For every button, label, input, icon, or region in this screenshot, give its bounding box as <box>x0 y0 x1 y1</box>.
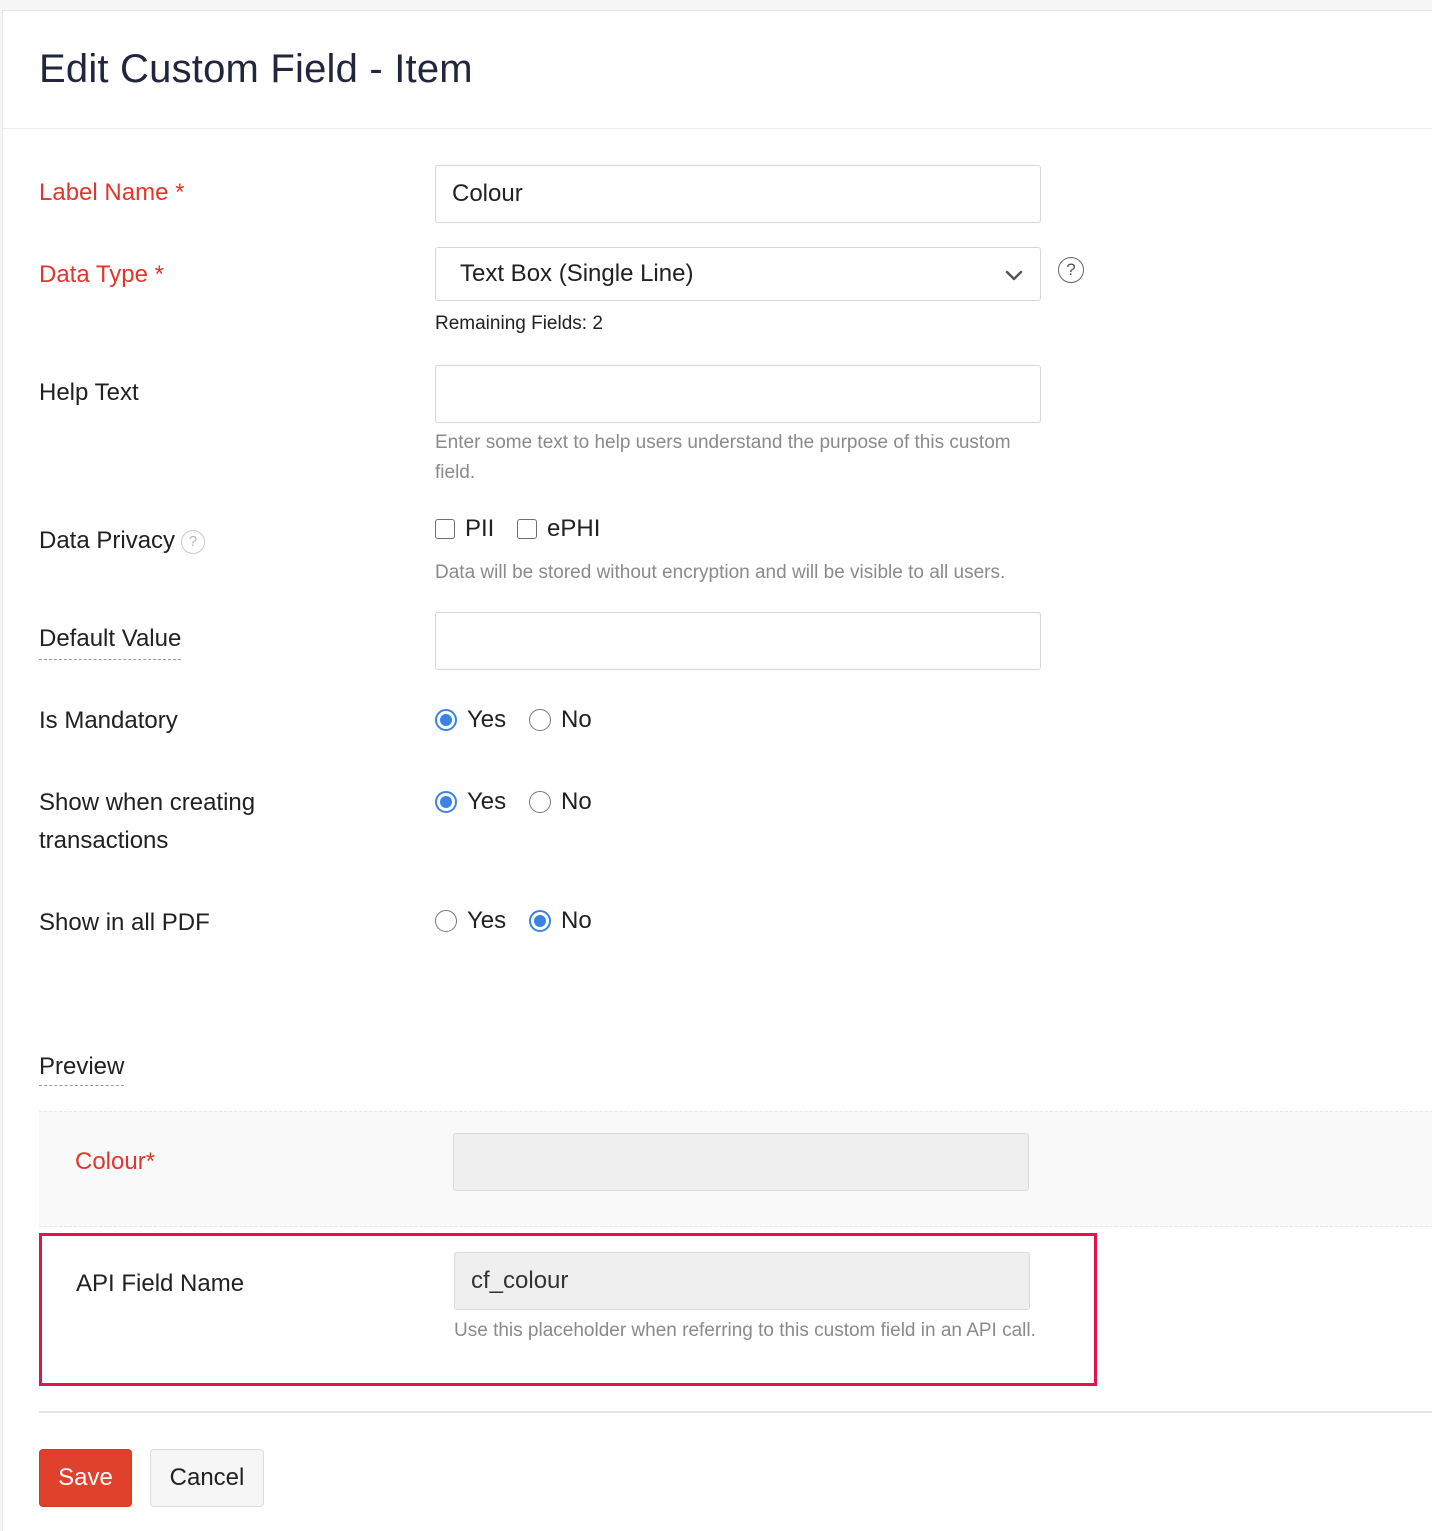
api-field-name-input: cf_colour <box>454 1252 1030 1310</box>
header: Edit Custom Field - Item <box>3 11 1432 129</box>
api-field-highlight: API Field Name cf_colour Use this placeh… <box>39 1233 1097 1386</box>
preview-section: Colour* <box>39 1111 1432 1227</box>
show-pdf-no-radio[interactable] <box>529 910 551 932</box>
pii-checkbox[interactable] <box>435 519 455 539</box>
remaining-fields: Remaining Fields: 2 <box>435 313 603 334</box>
show-pdf-no-label: No <box>561 907 592 934</box>
help-text-label: Help Text <box>39 379 139 406</box>
page-title: Edit Custom Field - Item <box>39 47 473 91</box>
default-value-label: Default Value <box>39 625 182 660</box>
show-pdf-yes-radio[interactable] <box>435 910 457 932</box>
label-name-input[interactable]: Colour <box>435 165 1041 223</box>
data-privacy-hint: Data will be stored without encryption a… <box>435 562 1006 583</box>
ephi-checkbox[interactable] <box>517 519 537 539</box>
save-button[interactable]: Save <box>39 1449 132 1507</box>
is-mandatory-no-option[interactable]: No <box>529 706 592 734</box>
help-circle-icon[interactable]: ? <box>1058 257 1084 283</box>
data-privacy-label-text: Data Privacy <box>39 527 176 554</box>
preview-heading: Preview <box>39 1053 125 1086</box>
help-text-hint: Enter some text to help users understand… <box>435 432 1011 483</box>
pii-checkbox-option[interactable]: PII <box>435 515 494 543</box>
is-mandatory-yes-label: Yes <box>467 706 507 733</box>
help-circle-icon[interactable]: ? <box>181 530 206 554</box>
ephi-checkbox-option[interactable]: ePHI <box>517 515 600 543</box>
footer-divider <box>39 1411 1432 1413</box>
pii-label: PII <box>465 515 495 542</box>
show-creating-label: Show when creating transactions <box>39 789 256 854</box>
api-field-hint: Use this placeholder when referring to t… <box>454 1320 1036 1341</box>
show-creating-yes-radio[interactable] <box>435 791 457 813</box>
ephi-label: ePHI <box>547 515 601 542</box>
show-creating-no-radio[interactable] <box>529 791 551 813</box>
default-value-input[interactable] <box>435 612 1041 670</box>
is-mandatory-label: Is Mandatory <box>39 707 178 734</box>
data-type-label: Data Type * <box>39 261 164 288</box>
is-mandatory-no-radio[interactable] <box>529 709 551 731</box>
data-privacy-label: Data Privacy? <box>39 527 206 555</box>
is-mandatory-yes-radio[interactable] <box>435 709 457 731</box>
data-type-select[interactable]: Text Box (Single Line) <box>435 247 1041 301</box>
preview-field-input <box>453 1133 1029 1191</box>
show-creating-no-option[interactable]: No <box>529 788 592 816</box>
is-mandatory-yes-option[interactable]: Yes <box>435 706 506 734</box>
api-field-name-label: API Field Name <box>76 1270 245 1297</box>
show-pdf-no-option[interactable]: No <box>529 907 592 935</box>
show-creating-yes-option[interactable]: Yes <box>435 788 506 816</box>
preview-field-label: Colour* <box>75 1148 156 1175</box>
data-type-value: Text Box (Single Line) <box>460 260 694 287</box>
show-pdf-label: Show in all PDF <box>39 909 210 936</box>
label-name-label: Label Name * <box>39 179 185 206</box>
chevron-down-icon <box>1005 270 1023 281</box>
show-pdf-yes-label: Yes <box>467 907 507 934</box>
is-mandatory-no-label: No <box>561 706 592 733</box>
edit-custom-field-panel: Edit Custom Field - Item Label Name * Co… <box>2 10 1432 1531</box>
show-creating-yes-label: Yes <box>467 788 507 815</box>
help-text-input[interactable] <box>435 365 1041 423</box>
show-creating-no-label: No <box>561 788 592 815</box>
show-pdf-yes-option[interactable]: Yes <box>435 907 506 935</box>
cancel-button[interactable]: Cancel <box>150 1449 264 1507</box>
